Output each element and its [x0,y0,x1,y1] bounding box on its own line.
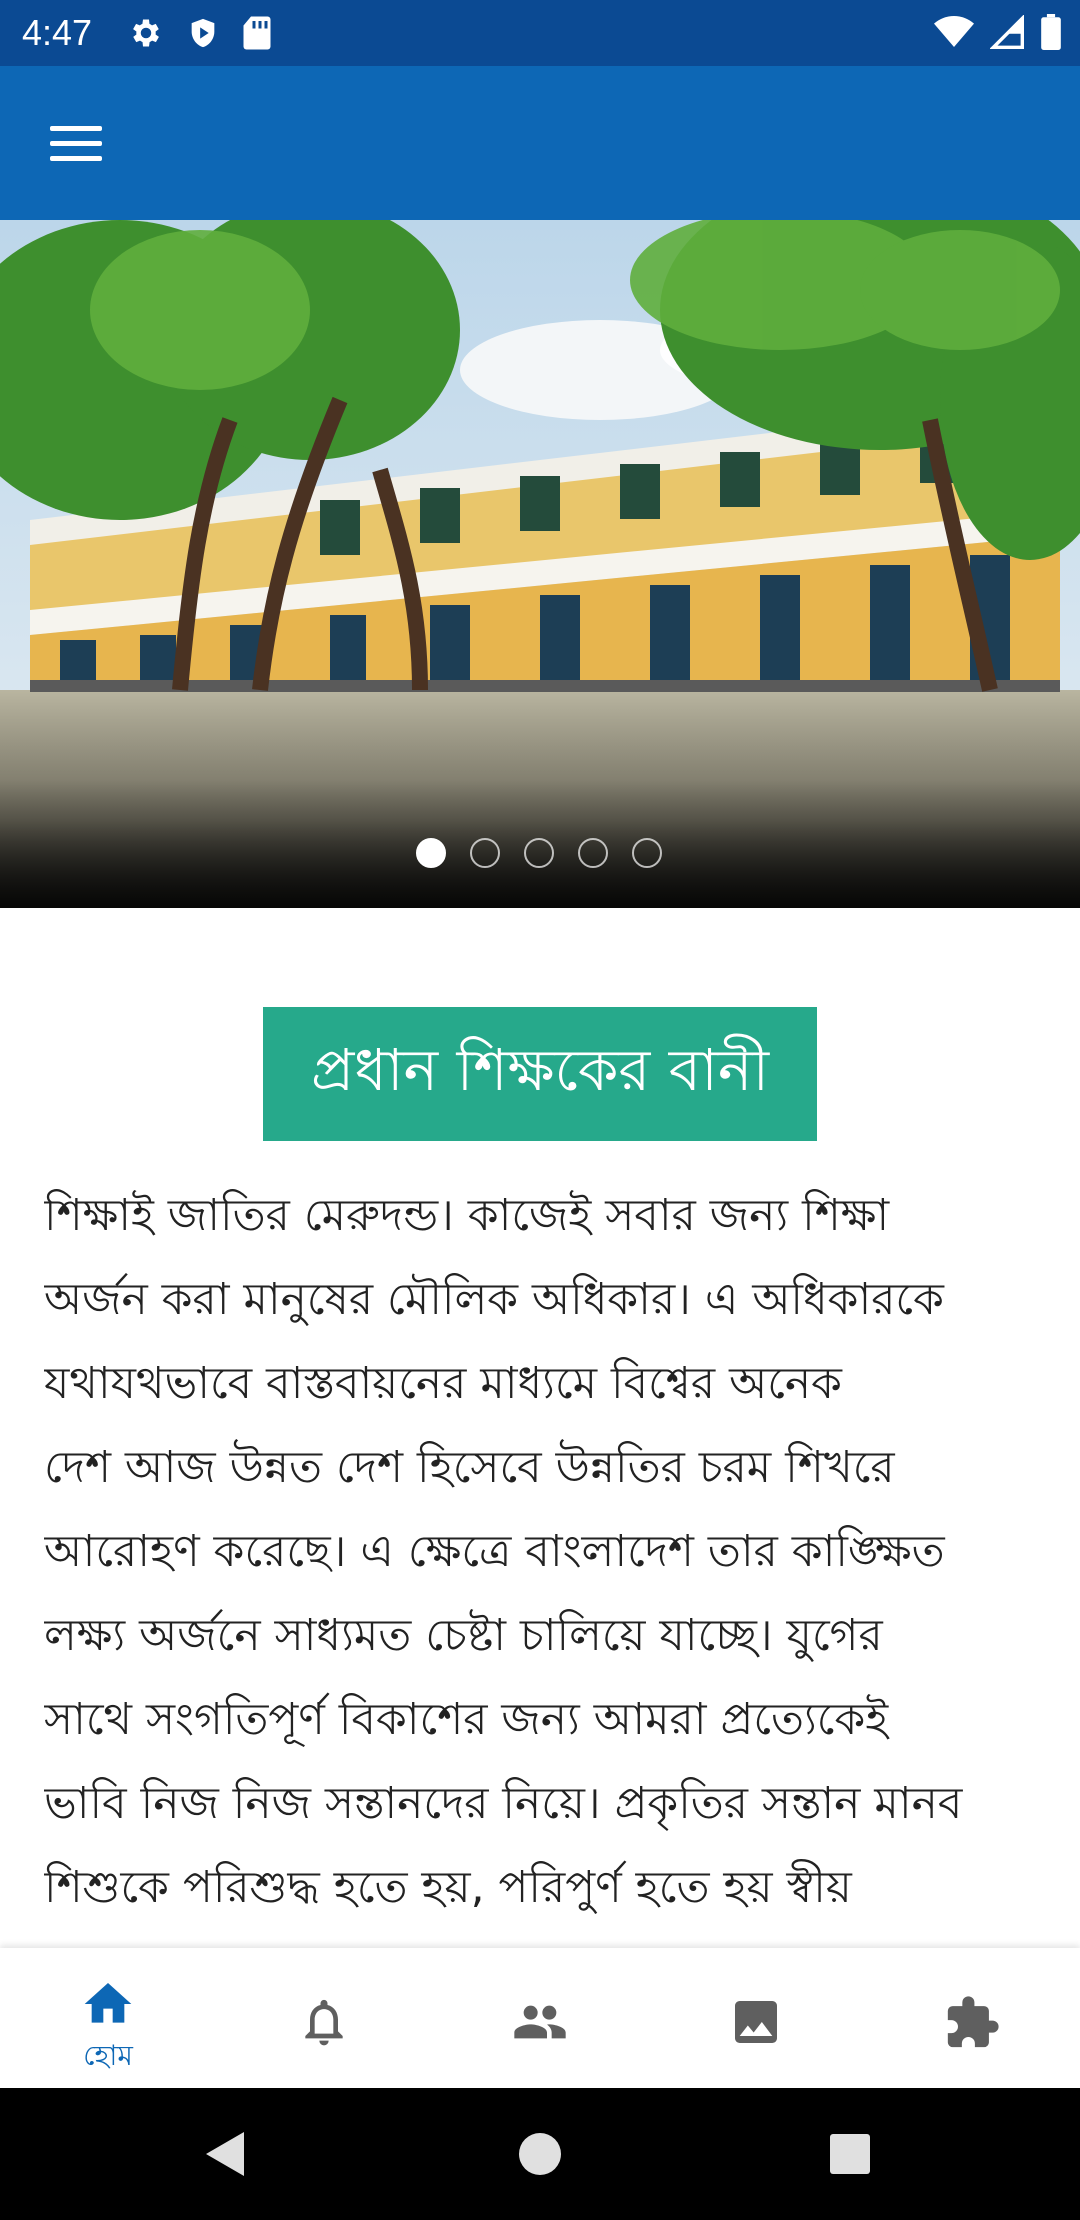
section-heading: প্রধান শিক্ষকের বানী [310,1035,770,1104]
battery-icon [1041,14,1061,50]
status-icons-right [934,12,1062,52]
section-heading-box: প্রধান শিক্ষকের বানী [263,1007,817,1141]
home-icon [84,1983,132,2023]
shield-icon [191,18,215,48]
bottom-navigation: হোম [0,1948,1080,2088]
image-icon [735,2001,777,2043]
home-circle-icon[interactable] [510,2124,570,2184]
nav-item-gallery[interactable] [648,1948,864,2088]
message-line: ভাবি নিজ নিজ সন্তানদের নিয়ে। প্রকৃতির স… [44,1778,963,1829]
status-icons-left [128,14,272,52]
message-line: শিক্ষাই জাতির মেরুদন্ড। কাজেই সবার জন্য … [44,1190,890,1241]
signal-icon [990,15,1024,49]
back-icon[interactable] [196,2124,256,2184]
nav-item-home[interactable]: হোম [0,1948,216,2088]
message-line: দেশ আজ উন্নত দেশ হিসেবে উন্নতির চরম শিখর… [44,1442,895,1493]
hero-image-carousel[interactable] [0,220,1080,908]
carousel-indicators [0,838,1080,874]
message-line: লক্ষ্য অর্জনে সাধ্যমত চেষ্টা চালিয়ে যাচ… [44,1610,883,1661]
status-bar: 4:47 [0,0,1080,66]
hamburger-menu-icon[interactable] [40,112,112,174]
app-bar [0,66,1080,220]
carousel-dot[interactable] [578,838,608,868]
message-line: যথাযথভাবে বাস্তবায়নের মাধ্যমে বিশ্বের অ… [44,1358,842,1409]
message-line: শিশুকে পরিশুদ্ধ হতে হয়, পরিপুর্ণ হতে হয… [44,1862,852,1913]
recents-square-icon[interactable] [820,2124,880,2184]
people-icon [514,2005,566,2039]
status-time: 4:47 [22,12,93,53]
carousel-dot[interactable] [632,838,662,868]
message-line: অর্জন করা মানুষের মৌলিক অধিকার। এ অধিকার… [44,1274,944,1325]
nav-label-home: হোম [83,2039,133,2072]
message-line: আরোহণ করেছে। এ ক্ষেত্রে বাংলাদেশ তার কাঙ… [44,1526,945,1577]
gear-icon [133,19,159,47]
carousel-dot[interactable] [470,838,500,868]
headmaster-message: শিক্ষাই জাতির মেরুদন্ড। কাজেই সবার জন্য … [44,1174,1044,1948]
bell-icon [305,1999,343,2046]
school-building-photo [0,220,1080,908]
carousel-dot[interactable] [416,838,446,868]
carousel-dot[interactable] [524,838,554,868]
nav-item-extensions[interactable] [864,1948,1080,2088]
wifi-icon [934,16,974,47]
nav-item-people[interactable] [432,1948,648,2088]
message-line: সাথে সংগতিপূর্ণ বিকাশের জন্য আমরা প্রত্য… [44,1694,889,1745]
system-navigation-bar [0,2088,1080,2220]
puzzle-icon [947,1996,999,2048]
sd-card-icon [243,16,271,50]
nav-item-notifications[interactable] [216,1948,432,2088]
